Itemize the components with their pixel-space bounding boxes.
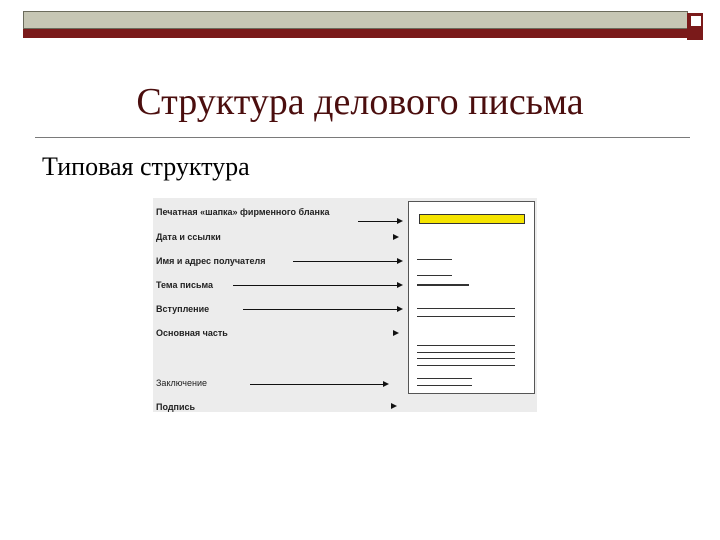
letter-sheet bbox=[408, 201, 535, 394]
arrow-body-head bbox=[393, 330, 399, 336]
label-recipient: Имя и адрес получателя bbox=[156, 256, 266, 266]
label-body: Основная часть bbox=[156, 328, 228, 338]
label-subject: Тема письма bbox=[156, 280, 214, 290]
label-letterhead: Печатная «шапка» фирменного бланка bbox=[156, 207, 330, 217]
arrow-closing-head bbox=[383, 381, 389, 387]
arrow-recipient-head bbox=[397, 258, 403, 264]
arrow-intro-line bbox=[243, 309, 398, 310]
letter-line bbox=[417, 358, 515, 359]
top-bar-red bbox=[23, 29, 688, 38]
arrow-subject-line bbox=[233, 285, 398, 286]
slide-title: Структура делового письма bbox=[136, 81, 584, 123]
letterhead-block bbox=[419, 214, 525, 224]
arrow-recipient-line bbox=[293, 261, 398, 262]
top-bar-square bbox=[687, 13, 703, 40]
arrow-signature-head bbox=[391, 403, 397, 409]
letter-line bbox=[417, 385, 472, 386]
top-bar-square-inner bbox=[691, 16, 701, 26]
slide-subtitle: Типовая структура bbox=[42, 152, 250, 181]
arrow-intro-head bbox=[397, 306, 403, 312]
letter-line bbox=[417, 275, 452, 276]
arrow-letterhead-line bbox=[358, 221, 398, 222]
arrow-letterhead-head bbox=[397, 218, 403, 224]
letter-line bbox=[417, 352, 515, 353]
letter-line bbox=[417, 378, 472, 379]
arrow-subject-head bbox=[397, 282, 403, 288]
arrow-date-head bbox=[393, 234, 399, 240]
letter-line bbox=[417, 259, 452, 260]
label-closing: Заключение bbox=[156, 378, 207, 388]
top-bar-gray bbox=[23, 11, 688, 29]
letter-line bbox=[417, 345, 515, 346]
title-divider bbox=[35, 137, 690, 138]
letter-line bbox=[417, 365, 515, 366]
label-date-refs: Дата и ссылки bbox=[156, 232, 221, 242]
letter-line bbox=[417, 284, 469, 286]
letter-line bbox=[417, 316, 515, 317]
letter-line bbox=[417, 308, 515, 309]
label-intro: Вступление bbox=[156, 304, 210, 314]
letter-structure-diagram: Печатная «шапка» фирменного бланка Дата … bbox=[153, 198, 537, 412]
label-signature: Подпись bbox=[156, 402, 196, 412]
arrow-closing-line bbox=[250, 384, 384, 385]
